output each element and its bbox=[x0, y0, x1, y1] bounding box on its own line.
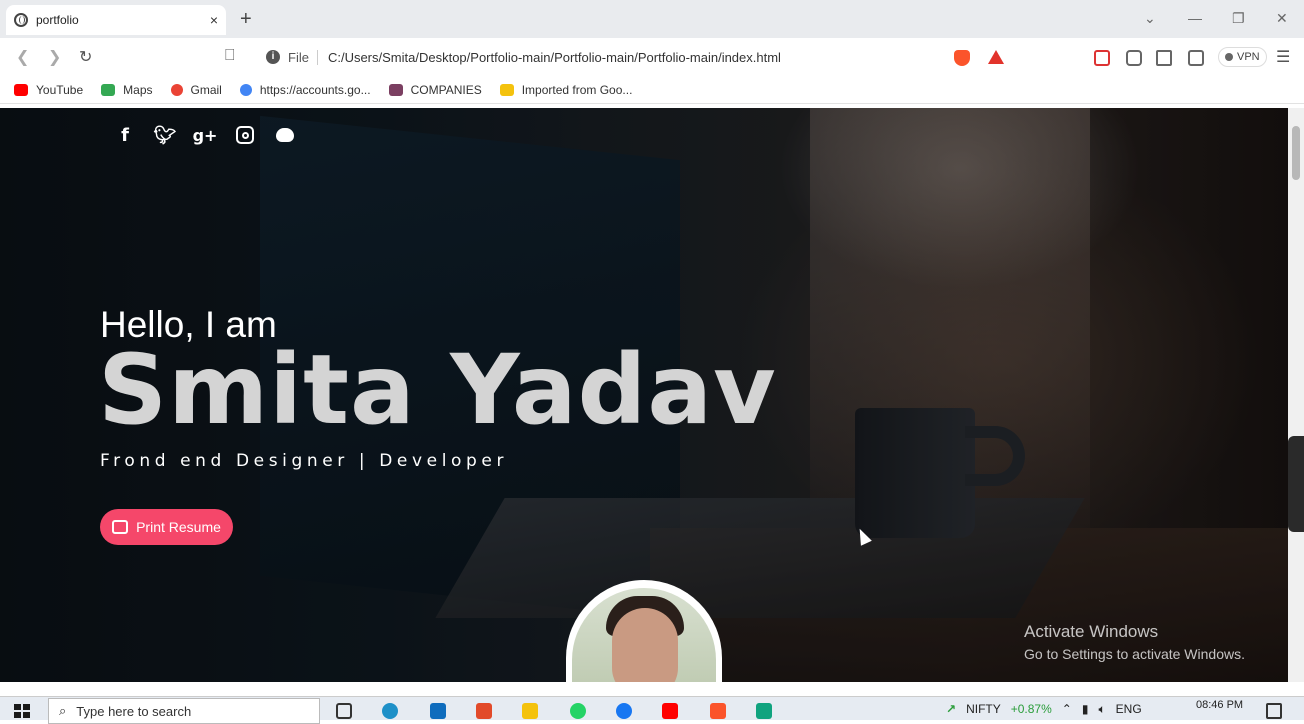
notification-center-icon[interactable] bbox=[1266, 703, 1282, 719]
print-resume-button[interactable]: Print Resume bbox=[100, 509, 233, 545]
vpn-dot-icon bbox=[1225, 53, 1233, 61]
info-icon[interactable]: i bbox=[266, 50, 280, 64]
url-text[interactable]: C:/Users/Smita/Desktop/Portfolio-main/Po… bbox=[328, 50, 781, 65]
side-panel-tab[interactable] bbox=[1288, 436, 1304, 532]
scrollbar-thumb[interactable] bbox=[1292, 126, 1300, 180]
bookmark-label: COMPANIES bbox=[410, 82, 482, 97]
address-bar[interactable]: i File C:/Users/Smita/Desktop/Portfolio-… bbox=[256, 44, 1012, 70]
instagram-icon[interactable] bbox=[234, 124, 256, 146]
ticker-name[interactable]: NIFTY bbox=[966, 702, 1001, 716]
forward-button[interactable]: ❯ bbox=[48, 47, 61, 67]
bookmark-imported[interactable]: Imported from Goo... bbox=[499, 82, 633, 97]
brave-rewards-icon[interactable] bbox=[988, 50, 1004, 64]
print-resume-label: Print Resume bbox=[136, 519, 221, 535]
window-close-icon[interactable]: ✕ bbox=[1276, 10, 1288, 27]
avatar bbox=[572, 588, 716, 682]
browser-tab[interactable]: portfolio × bbox=[6, 5, 226, 35]
search-icon: ⌕ bbox=[59, 703, 67, 718]
vpn-label: VPN bbox=[1237, 51, 1260, 63]
puzzle-icon[interactable] bbox=[1126, 50, 1142, 66]
google-plus-icon[interactable]: g+ bbox=[193, 124, 218, 146]
social-links: f 🐦︎ g+ bbox=[114, 124, 296, 146]
wallet-icon[interactable] bbox=[1188, 50, 1204, 66]
watermark-title: Activate Windows bbox=[1024, 622, 1159, 641]
windows-taskbar: ⌕ Type here to search ↗ NIFTY +0.87% ⌃ ▮… bbox=[0, 696, 1304, 724]
bookmark-youtube[interactable]: YouTube bbox=[14, 83, 83, 97]
extension-red-icon[interactable] bbox=[1094, 50, 1110, 66]
twitter-icon[interactable]: 🐦︎ bbox=[154, 124, 177, 146]
bookmark-label: YouTube bbox=[36, 82, 84, 97]
system-tray: ↗ NIFTY +0.87% ⌃ ▮ 🔈︎ ENG bbox=[946, 697, 1142, 721]
brave-shield-icon[interactable] bbox=[954, 50, 970, 66]
tab-title: portfolio bbox=[36, 13, 79, 27]
portfolio-hero: f 🐦︎ g+ Hello, I am Smita Yadav Frond en… bbox=[0, 108, 1288, 682]
volume-icon[interactable]: 🔈︎ bbox=[1098, 702, 1105, 717]
bookmark-icon[interactable]: ⎕ bbox=[225, 47, 235, 65]
bookmark-label: Imported from Goo... bbox=[521, 82, 633, 97]
sidebar-icon[interactable] bbox=[1156, 50, 1172, 66]
ticker-change: +0.87% bbox=[1010, 702, 1052, 716]
menu-icon[interactable]: ☰ bbox=[1276, 47, 1290, 67]
task-view-icon[interactable] bbox=[336, 703, 352, 719]
watermark-subtitle: Go to Settings to activate Windows. bbox=[1024, 646, 1245, 662]
bookmark-accounts[interactable]: https://accounts.go... bbox=[239, 82, 371, 97]
browser-toolbar: ❮ ❯ ↻ ⎕ i File C:/Users/Smita/Desktop/Po… bbox=[0, 38, 1304, 94]
printer-icon bbox=[112, 520, 129, 534]
brave-app-icon[interactable] bbox=[710, 703, 726, 719]
vpn-button[interactable]: VPN bbox=[1218, 47, 1267, 67]
github-icon[interactable] bbox=[274, 124, 296, 146]
companies-icon bbox=[388, 83, 403, 96]
youtube-app-icon[interactable] bbox=[662, 703, 678, 719]
bookmark-label: Gmail bbox=[190, 82, 222, 97]
battery-icon[interactable]: ▮ bbox=[1082, 702, 1089, 716]
back-button[interactable]: ❮ bbox=[16, 47, 29, 67]
bookmark-label: https://accounts.go... bbox=[259, 82, 371, 97]
browser-tab-bar: portfolio × + ⌄ — ❐ ✕ bbox=[0, 0, 1304, 38]
taskbar-clock[interactable]: 08:46 PM bbox=[1196, 699, 1243, 711]
reload-button[interactable]: ↻ bbox=[79, 47, 92, 67]
facebook-icon[interactable]: f bbox=[114, 124, 136, 146]
search-placeholder: Type here to search bbox=[76, 703, 192, 719]
bookmarks-bar: YouTube Maps Gmail https://accounts.go..… bbox=[0, 76, 1304, 104]
page-scrollbar[interactable] bbox=[1288, 108, 1304, 682]
new-tab-button[interactable]: + bbox=[240, 8, 252, 31]
address-scheme-label: File bbox=[288, 49, 318, 65]
globe-icon bbox=[14, 13, 28, 27]
facebook-app-icon[interactable] bbox=[616, 703, 632, 719]
avatar-face bbox=[612, 608, 678, 682]
bookmark-companies[interactable]: COMPANIES bbox=[388, 82, 482, 97]
chatgpt-icon[interactable] bbox=[756, 703, 772, 719]
activate-windows-watermark: Activate Windows Go to Settings to activ… bbox=[1024, 622, 1245, 662]
google-icon bbox=[239, 83, 252, 96]
file-explorer-icon[interactable] bbox=[522, 703, 538, 719]
edge-icon[interactable] bbox=[382, 703, 398, 719]
mail-icon[interactable] bbox=[430, 703, 446, 719]
bookmark-maps[interactable]: Maps bbox=[101, 82, 153, 97]
stock-trend-icon: ↗ bbox=[946, 702, 957, 716]
language-indicator[interactable]: ENG bbox=[1116, 702, 1142, 716]
maps-icon bbox=[101, 83, 116, 96]
google-icon bbox=[170, 83, 183, 96]
tray-chevron-icon[interactable]: ⌃ bbox=[1062, 702, 1072, 716]
restore-icon[interactable]: ❐ bbox=[1232, 10, 1245, 27]
bookmark-gmail[interactable]: Gmail bbox=[170, 82, 222, 97]
whatsapp-icon[interactable] bbox=[570, 703, 586, 719]
bookmark-label: Maps bbox=[123, 82, 153, 97]
hero-name: Smita Yadav bbox=[98, 334, 777, 446]
minimize-icon[interactable]: — bbox=[1188, 10, 1202, 26]
youtube-icon bbox=[14, 83, 28, 96]
tab-list-chevron-icon[interactable]: ⌄ bbox=[1144, 10, 1156, 27]
hero-role: Frond end Designer | Developer bbox=[100, 451, 509, 471]
office-icon[interactable] bbox=[476, 703, 492, 719]
windows-start-icon[interactable] bbox=[14, 704, 30, 718]
folder-icon bbox=[499, 83, 514, 96]
tab-close-icon[interactable]: × bbox=[210, 12, 218, 28]
taskbar-search[interactable]: ⌕ Type here to search bbox=[48, 698, 320, 724]
